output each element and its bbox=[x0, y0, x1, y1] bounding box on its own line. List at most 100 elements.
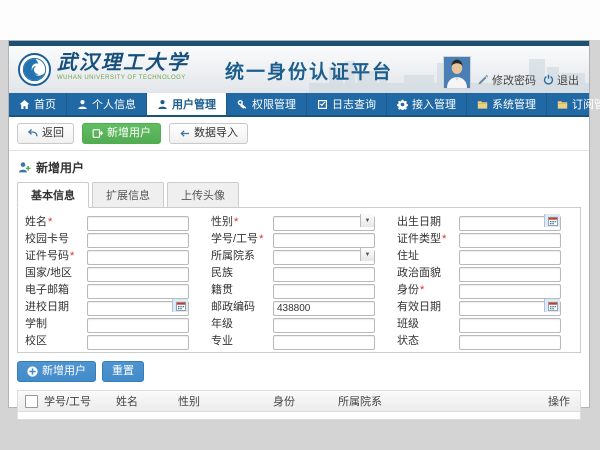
student-id-input[interactable] bbox=[273, 233, 375, 248]
field-inputbox bbox=[87, 332, 189, 347]
field-label: 出生日期 bbox=[392, 213, 459, 229]
logout-link[interactable]: 退出 bbox=[543, 72, 579, 88]
study-length-input[interactable] bbox=[87, 318, 189, 333]
field-inputbox: ▼ bbox=[273, 213, 375, 228]
nav-item-access-mgmt[interactable]: 接入管理 bbox=[387, 93, 467, 115]
select-all-checkbox[interactable] bbox=[25, 395, 38, 408]
postal-code-input[interactable] bbox=[273, 301, 375, 316]
data-import-label: 数据导入 bbox=[194, 127, 238, 140]
field-label: 住址 bbox=[392, 247, 459, 263]
nav-item-label: 权限管理 bbox=[252, 96, 296, 112]
political-status-input[interactable] bbox=[459, 267, 561, 282]
nav-item-profile[interactable]: 个人信息 bbox=[67, 93, 147, 115]
university-name-cn: 武汉理工大学 bbox=[57, 52, 189, 72]
back-button[interactable]: 返回 bbox=[17, 123, 74, 144]
field-label: 电子邮箱 bbox=[20, 281, 87, 297]
form-field-entry-date: 进校日期 bbox=[20, 298, 206, 313]
change-password-label: 修改密码 bbox=[492, 72, 536, 88]
required-asterisk: * bbox=[259, 233, 263, 245]
gender-dropdown-button[interactable]: ▼ bbox=[360, 214, 374, 227]
field-label: 证件号码* bbox=[20, 247, 87, 263]
campus-input[interactable] bbox=[87, 335, 189, 350]
status-input[interactable] bbox=[459, 335, 561, 350]
nav-item-system-mgmt[interactable]: 系统管理 bbox=[467, 93, 547, 115]
field-label: 民族 bbox=[206, 264, 273, 280]
field-inputbox bbox=[87, 281, 189, 296]
field-inputbox bbox=[87, 264, 189, 279]
form-field-campus-card: 校园卡号 bbox=[20, 230, 206, 245]
add-user-toolbar-button[interactable]: 新增用户 bbox=[82, 123, 161, 144]
change-password-link[interactable]: 修改密码 bbox=[478, 72, 536, 88]
field-label: 身份* bbox=[392, 281, 459, 297]
results-table-header: 学号/工号姓名性别身份所属院系操作 bbox=[18, 391, 580, 412]
reset-button[interactable]: 重置 bbox=[102, 361, 144, 382]
class-input[interactable] bbox=[459, 318, 561, 333]
form-field-student-id: 学号/工号* bbox=[206, 230, 392, 245]
grade-input[interactable] bbox=[273, 318, 375, 333]
form-field-address: 住址 bbox=[392, 247, 578, 262]
header-cell: 学号/工号 bbox=[44, 393, 116, 409]
add-user-submit-button[interactable]: 新增用户 bbox=[17, 361, 96, 382]
id-number-input[interactable] bbox=[87, 250, 189, 265]
nav-item-log-query[interactable]: 日志查询 bbox=[307, 93, 387, 115]
nav-item-user-mgmt[interactable]: 用户管理 bbox=[147, 93, 227, 115]
folder-icon bbox=[477, 99, 488, 110]
key-icon bbox=[237, 99, 248, 110]
major-input[interactable] bbox=[273, 335, 375, 350]
tab-extended-info[interactable]: 扩展信息 bbox=[92, 182, 164, 208]
form-field-department: 所属院系 ▼ bbox=[206, 247, 392, 262]
tab-upload-avatar[interactable]: 上传头像 bbox=[167, 182, 239, 208]
platform-title: 统一身份认证平台 bbox=[225, 57, 393, 84]
name-input[interactable] bbox=[87, 216, 189, 231]
toolbar: 返回 新增用户 数据导入 bbox=[9, 117, 589, 151]
field-label: 所属院系 bbox=[206, 247, 273, 263]
ethnicity-input[interactable] bbox=[273, 267, 375, 282]
nav-item-label: 日志查询 bbox=[332, 96, 376, 112]
form-field-postal-code: 邮政编码 bbox=[206, 298, 392, 313]
id-type-input[interactable] bbox=[459, 233, 561, 248]
field-inputbox bbox=[87, 315, 189, 330]
field-inputbox bbox=[273, 264, 375, 279]
user-icon bbox=[77, 99, 88, 110]
field-inputbox bbox=[459, 213, 561, 228]
header-right: 修改密码 退出 bbox=[443, 56, 579, 89]
section-title-row: 新增用户 bbox=[9, 151, 589, 182]
required-asterisk: * bbox=[442, 233, 446, 245]
form-field-native-place: 籍贯 bbox=[206, 281, 392, 296]
tab-basic-info[interactable]: 基本信息 bbox=[17, 182, 89, 208]
form-field-identity: 身份* bbox=[392, 281, 578, 296]
university-name-block: 武汉理工大学 WUHAN UNIVERSITY OF TECHNOLOGY bbox=[57, 52, 189, 81]
header-cell: 所属院系 bbox=[338, 393, 548, 409]
field-inputbox bbox=[87, 230, 189, 245]
valid-date-calendar-button[interactable] bbox=[544, 299, 560, 312]
email-input[interactable] bbox=[87, 284, 189, 299]
country-region-input[interactable] bbox=[87, 267, 189, 282]
identity-input[interactable] bbox=[459, 284, 561, 299]
native-place-input[interactable] bbox=[273, 284, 375, 299]
field-inputbox bbox=[273, 298, 375, 313]
field-inputbox bbox=[459, 230, 561, 245]
form-field-grade: 年级 bbox=[206, 315, 392, 330]
field-label: 状态 bbox=[392, 332, 459, 348]
address-input[interactable] bbox=[459, 250, 561, 265]
field-inputbox bbox=[459, 332, 561, 347]
field-label: 证件类型* bbox=[392, 230, 459, 246]
field-inputbox: ▼ bbox=[273, 247, 375, 262]
nav-item-label: 用户管理 bbox=[172, 96, 216, 112]
nav-item-subscribe-mgmt[interactable]: 订阅管理 bbox=[547, 93, 600, 115]
data-import-button[interactable]: 数据导入 bbox=[169, 123, 248, 144]
reset-button-label: 重置 bbox=[112, 365, 134, 378]
nav-item-perm-mgmt[interactable]: 权限管理 bbox=[227, 93, 307, 115]
entry-date-calendar-button[interactable] bbox=[172, 299, 188, 312]
nav-item-label: 首页 bbox=[34, 96, 56, 112]
pencil-icon bbox=[478, 74, 489, 85]
department-dropdown-button[interactable]: ▼ bbox=[360, 248, 374, 261]
main-nav: 首页个人信息用户管理权限管理日志查询接入管理系统管理订阅管理 bbox=[9, 93, 589, 117]
nav-item-home[interactable]: 首页 bbox=[9, 93, 67, 115]
required-asterisk: * bbox=[420, 284, 424, 296]
campus-card-input[interactable] bbox=[87, 233, 189, 248]
gear-icon bbox=[397, 99, 408, 110]
birth-date-calendar-button[interactable] bbox=[544, 214, 560, 227]
form-field-campus: 校区 bbox=[20, 332, 206, 347]
back-button-label: 返回 bbox=[42, 127, 64, 140]
